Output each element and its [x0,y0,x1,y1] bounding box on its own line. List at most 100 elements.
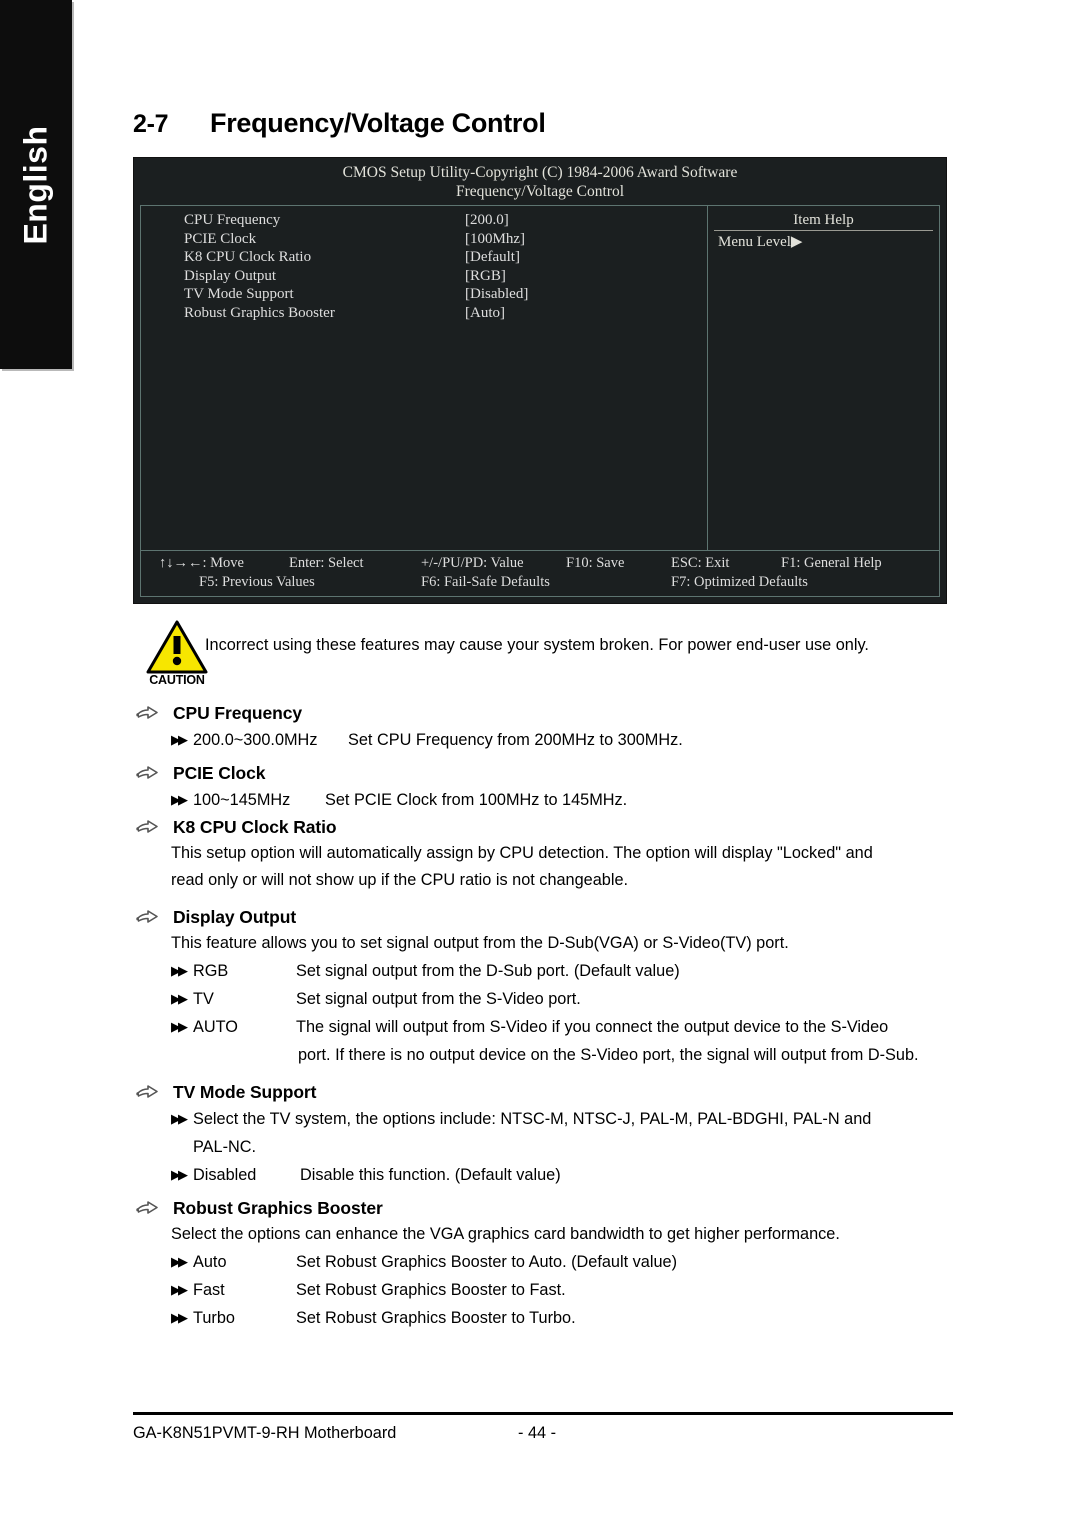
bios-setup-screen: CMOS Setup Utility-Copyright (C) 1984-20… [133,157,947,604]
key-hint-exit: ESC: Exit [671,555,730,571]
section-heading-label: TV Mode Support [173,1082,317,1102]
caution-icon-group: CAUTION [141,620,213,687]
section-heading: Display Output [133,904,958,930]
bios-key-hints-row-2: F5: Previous Values F6: Fail-Safe Defaul… [141,573,939,592]
double-arrow-icon: ▶▶ [171,963,188,978]
bios-option-list: CPU Frequency [200.0] PCIE Clock [100Mhz… [141,206,708,550]
section-heading-label: Robust Graphics Booster [173,1198,383,1218]
language-tab-label: English [17,124,54,245]
section-heading-label: K8 CPU Clock Ratio [173,817,337,837]
bios-body: CPU Frequency [200.0] PCIE Clock [100Mhz… [141,206,939,551]
key-hint-value: +/-/PU/PD: Value [421,555,524,571]
section-heading-label: PCIE Clock [173,763,266,783]
caution-text: Incorrect using these features may cause… [205,636,869,654]
section-pcie-clock: PCIE Clock ▶▶ 100~145MHz Set PCIE Clock … [133,760,958,814]
bullet-description: Set signal output from the S-Video port. [296,990,581,1008]
bullet-item: ▶▶ Turbo Set Robust Graphics Booster to … [133,1304,958,1332]
bullet-term: 200.0~300.0MHz [193,731,318,749]
item-help-panel: Item Help Menu Level▶ [708,206,939,550]
pointing-hand-icon [135,1081,161,1101]
item-help-header: Item Help [714,210,933,231]
double-arrow-icon: ▶▶ [171,1254,188,1269]
double-arrow-icon: ▶▶ [171,732,188,747]
bios-key-hints-row-1: ↑↓→←: Move Enter: Select +/-/PU/PD: Valu… [141,554,939,573]
bios-option-name: K8 CPU Clock Ratio [184,249,312,265]
key-hint-enter: Enter: Select [289,555,364,571]
section-paragraph: This setup option will automatically ass… [171,844,873,862]
pointing-hand-icon [135,906,161,926]
bullet-description: Set Robust Graphics Booster to Fast. [296,1281,566,1299]
caution-label: CAUTION [149,673,205,687]
bullet-item: ▶▶ TV Set signal output from the S-Video… [133,985,958,1013]
bios-option-name: Robust Graphics Booster [184,304,335,321]
bullet-description: Set Robust Graphics Booster to Auto. (De… [296,1253,677,1271]
key-hint-save: F10: Save [566,555,625,571]
bios-subtitle: Frequency/Voltage Control [455,183,625,200]
bullet-description: Set CPU Frequency from 200MHz to 300MHz. [348,731,683,749]
section-bullets: ▶▶ 200.0~300.0MHz Set CPU Frequency from… [133,726,958,754]
page-footer: GA-K8N51PVMT-9-RH Motherboard - 44 - [133,1420,953,1446]
pointing-hand-icon [135,816,161,836]
section-paragraph: This feature allows you to set signal ou… [171,934,789,952]
section-bullets: ▶▶ 100~145MHz Set PCIE Clock from 100MHz… [133,786,958,814]
menu-level-label: Menu Level▶ [718,234,803,250]
section-display-output: Display Output This feature allows you t… [133,904,958,1069]
bullet-item: ▶▶ 100~145MHz Set PCIE Clock from 100MHz… [133,786,958,814]
footer-page-number: - 44 - [518,1424,557,1442]
bullet-term: Auto [193,1253,227,1271]
section-tv-mode-support: TV Mode Support ▶▶ Select the TV system,… [133,1079,958,1189]
bullet-term: AUTO [193,1018,238,1036]
bios-option-row[interactable]: Robust Graphics Booster [Auto] [141,304,707,323]
section-heading-label: Display Output [173,907,297,927]
language-tab: English [0,0,72,369]
section-paragraph: read only or will not show up if the CPU… [171,871,629,889]
bios-option-value: [100Mhz] [465,230,525,247]
key-hint-optimized-defaults: F7: Optimized Defaults [671,574,808,590]
section-cpu-frequency: CPU Frequency ▶▶ 200.0~300.0MHz Set CPU … [133,700,958,754]
bios-option-row[interactable]: CPU Frequency [200.0] [141,211,707,230]
bullet-item: ▶▶ 200.0~300.0MHz Set CPU Frequency from… [133,726,958,754]
key-hint-failsafe-defaults: F6: Fail-Safe Defaults [421,574,550,590]
bullet-item: ▶▶ Select the TV system, the options inc… [133,1105,958,1133]
section-k8-cpu-clock-ratio: K8 CPU Clock Ratio This setup option wil… [133,814,958,894]
bios-title: CMOS Setup Utility-Copyright (C) 1984-20… [342,164,738,181]
section-title: Frequency/Voltage Control [210,108,546,138]
footer-divider [133,1412,953,1415]
section-paragraph: Select the options can enhance the VGA g… [171,1225,840,1243]
pointing-hand-icon [135,702,161,722]
bullet-continuation: port. If there is no output device on th… [298,1046,919,1064]
bullet-description: Disable this function. (Default value) [300,1166,561,1184]
bios-option-value: [RGB] [465,267,506,284]
bullet-description: Set PCIE Clock from 100MHz to 145MHz. [325,791,628,809]
bios-option-name: TV Mode Support [184,286,294,302]
section-heading-label: CPU Frequency [173,703,303,723]
bullet-item: ▶▶ RGB Set signal output from the D-Sub … [133,957,958,985]
section-bullets: ▶▶ RGB Set signal output from the D-Sub … [133,957,958,1069]
pointing-hand-icon [135,1197,161,1217]
section-heading: Robust Graphics Booster [133,1195,958,1221]
bullet-continuation: PAL-NC. [193,1138,257,1156]
bullet-description: Set Robust Graphics Booster to Turbo. [296,1309,576,1327]
caution-note: CAUTION Incorrect using these features m… [133,620,953,692]
bios-option-row[interactable]: Display Output [RGB] [141,267,707,286]
warning-triangle-icon [146,620,208,674]
double-arrow-icon: ▶▶ [171,1111,188,1126]
bios-option-value: [Default] [465,249,520,265]
key-hint-general-help: F1: General Help [781,555,882,571]
bios-option-row[interactable]: K8 CPU Clock Ratio [Default] [141,248,707,267]
section-robust-graphics-booster: Robust Graphics Booster Select the optio… [133,1195,958,1332]
bullet-item: ▶▶ Auto Set Robust Graphics Booster to A… [133,1248,958,1276]
double-arrow-icon: ▶▶ [171,792,188,807]
key-hint-previous-values: F5: Previous Values [199,574,315,590]
bios-option-name: Display Output [184,267,277,284]
section-number: 2-7 [133,110,169,138]
bios-option-value: [Auto] [465,304,505,321]
section-heading: K8 CPU Clock Ratio [133,814,958,840]
bios-option-row[interactable]: TV Mode Support [Disabled] [141,285,707,304]
bullet-item: ▶▶ AUTO The signal will output from S-Vi… [133,1013,958,1041]
bullet-description: The signal will output from S-Video if y… [296,1018,889,1036]
section-heading: PCIE Clock [133,760,958,786]
bullet-term: Disabled [193,1166,257,1184]
bios-option-row[interactable]: PCIE Clock [100Mhz] [141,230,707,249]
bullet-term: RGB [193,962,229,980]
